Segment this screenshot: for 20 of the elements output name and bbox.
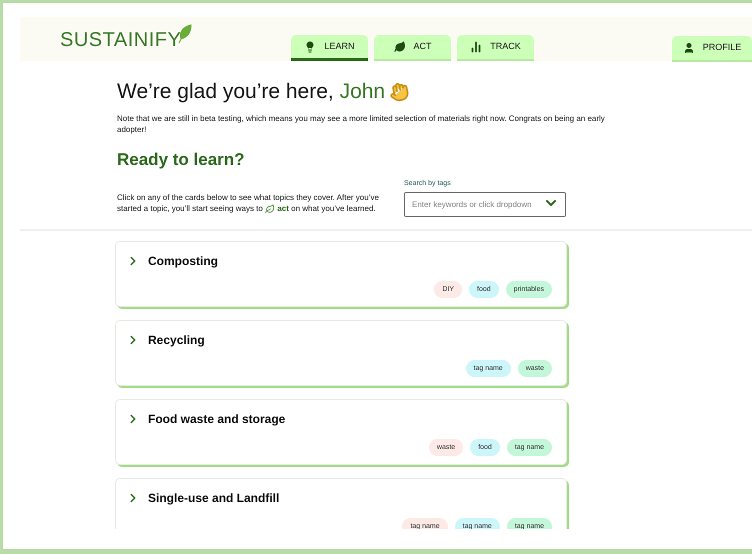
section-heading: Ready to learn? (117, 149, 246, 172)
tag-search-field[interactable]: Enter keywords or click dropdown (404, 192, 566, 218)
greeting-heading: We’re glad you’re here, John (117, 79, 386, 105)
lightbulb-icon (304, 40, 316, 52)
card-title: Composting (148, 253, 218, 270)
nav-tab[interactable]: LEARN (291, 35, 368, 61)
bar-chart-icon (470, 41, 482, 53)
card-title: Single-use and Landfill (148, 490, 280, 508)
nav-tab[interactable]: ACT (374, 35, 451, 61)
beta-note: Note that we are still in beta testing, which means you may see a more limited selection of materials right now. Congrats on being an early adopter! (117, 113, 606, 136)
intro-text: Click on any of the cards below to see what topics they cover. After you’ve started a topic, you’ll start seeing ways to act on what you’ve learned. (117, 192, 380, 214)
profile-tab[interactable]: PROFILE (672, 36, 752, 62)
card-title: Food waste and storage (148, 411, 286, 428)
leaf-icon (394, 41, 406, 53)
nav-tab[interactable]: TRACK (457, 35, 534, 61)
logo[interactable]: SUSTAINIFY (60, 30, 182, 50)
user-icon (682, 42, 695, 54)
leaf-icon (265, 204, 276, 214)
card-title: Recycling (148, 332, 205, 350)
act-link[interactable]: act (277, 204, 289, 214)
